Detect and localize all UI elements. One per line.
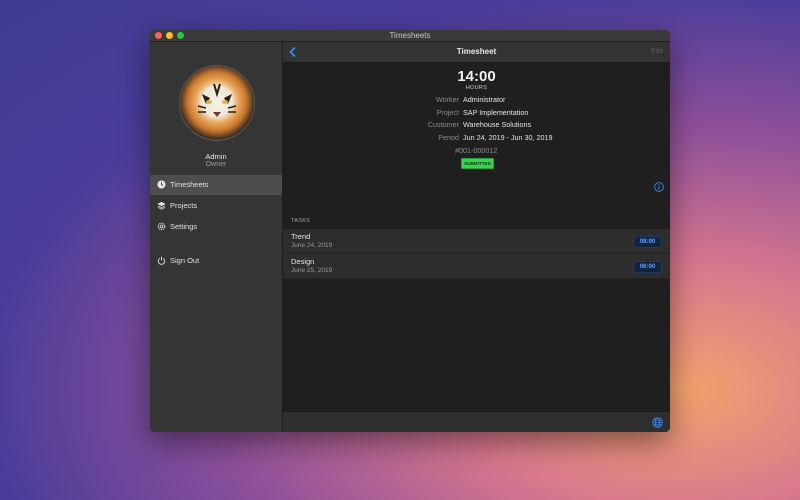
sidebar-item-label: Timesheets	[170, 180, 209, 189]
detail-value: Administrator	[463, 95, 506, 104]
page-title: Timesheet	[456, 47, 497, 56]
layers-icon	[157, 201, 166, 210]
clock-icon	[157, 180, 166, 189]
detail-value: SAP Implementation	[463, 107, 529, 117]
task-hours-badge: 08:00	[633, 236, 662, 248]
profile-role: Owner	[205, 161, 227, 168]
sidebar-item-label: Settings	[170, 222, 198, 231]
table-row[interactable]: Trend June 24, 2019 08:00	[283, 229, 670, 254]
detail-row-worker: Worker Administrator	[283, 94, 670, 106]
sidebar-item-label: Projects	[170, 201, 198, 210]
detail-value: Jun 24, 2019 - Jun 30, 2019	[463, 132, 553, 142]
profile-name: Admin	[205, 152, 227, 161]
tasks-section-header: TASKS	[291, 218, 311, 224]
bottom-bar	[283, 411, 670, 432]
sidebar-item-projects[interactable]: Projects	[150, 196, 282, 216]
sidebar-item-label: Sign Out	[170, 256, 200, 265]
sidebar-item-sign-out[interactable]: Sign Out	[150, 251, 282, 271]
detail-row-customer: Customer Warehouse Solutions	[283, 119, 670, 131]
sidebar-item-settings[interactable]: Settings	[150, 217, 282, 237]
sidebar: Admin Owner Timesheets Projects Settings	[150, 42, 283, 432]
detail-value: Warehouse Solutions	[463, 120, 532, 129]
toolbar: Timesheet Edit	[283, 42, 670, 63]
task-date: June 24, 2019	[291, 242, 333, 249]
tiger-avatar-image	[197, 83, 237, 117]
task-name: Trend	[291, 232, 311, 241]
task-date: June 25, 2019	[291, 267, 333, 274]
total-hours: 14:00	[457, 68, 496, 85]
edit-button[interactable]: Edit	[651, 42, 663, 62]
task-name: Design	[291, 257, 315, 266]
detail-row-period: Period Jun 24, 2019 - Jun 30, 2019	[283, 132, 670, 144]
info-icon[interactable]	[654, 182, 664, 192]
sidebar-item-timesheets[interactable]: Timesheets	[150, 175, 282, 195]
detail-row-project: Project SAP Implementation	[283, 107, 670, 119]
avatar	[179, 65, 255, 141]
power-icon	[157, 256, 166, 265]
detail-key: Project	[436, 107, 459, 117]
status-badge: SUBMITTED	[461, 158, 494, 169]
title-bar[interactable]: Timesheets	[150, 30, 670, 42]
task-hours-badge: 06:00	[633, 261, 662, 273]
detail-key: Period	[438, 132, 459, 142]
window-title: Timesheets	[389, 31, 431, 40]
detail-key: Customer	[427, 120, 459, 129]
globe-icon[interactable]	[652, 417, 663, 428]
hours-label: HOURS	[465, 85, 488, 91]
table-row[interactable]: Design June 25, 2019 06:00	[283, 254, 670, 279]
app-window: Timesheets Admin Owner Timesheets Projec…	[150, 30, 670, 432]
detail-key: Worker	[435, 95, 459, 104]
main-panel: Timesheet Edit 14:00 HOURS Worker Admini…	[283, 42, 670, 432]
gear-icon	[157, 222, 166, 231]
timesheet-id: #001-000012	[455, 146, 498, 155]
